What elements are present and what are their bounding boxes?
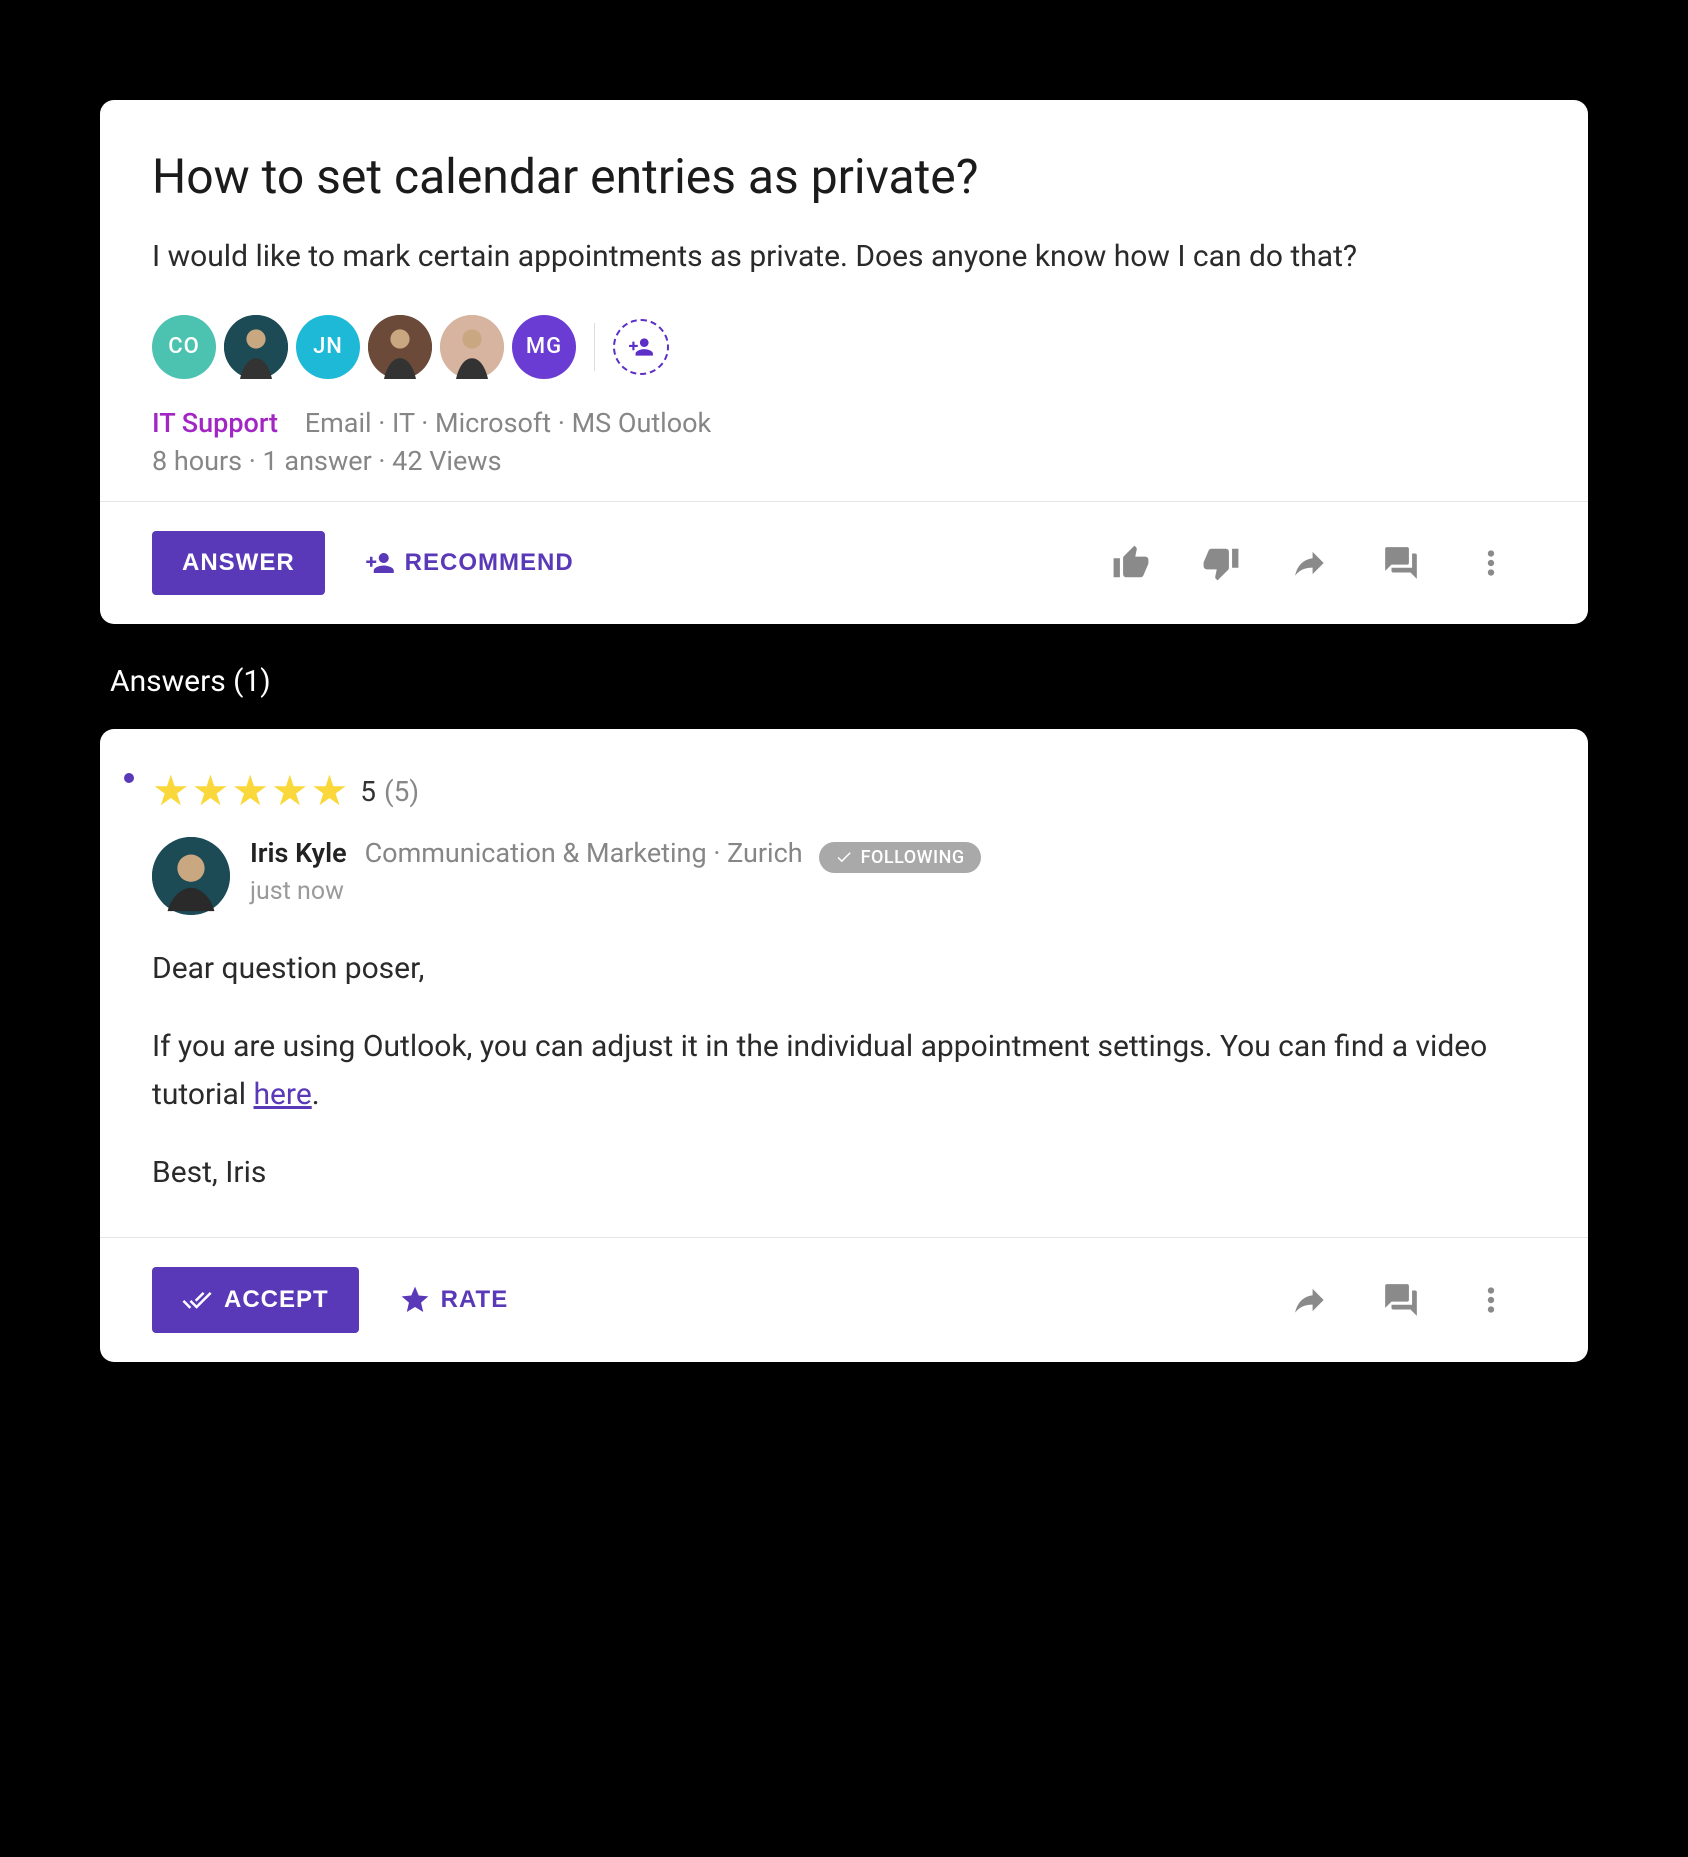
recommend-button-label: RECOMMEND [405,549,574,577]
answer-button[interactable]: ANSWER [152,531,325,595]
answer-card: ★ ★ ★ ★ ★ 5 (5) Iris Kyle Communication … [100,729,1588,1362]
following-label: FOLLOWING [861,847,965,868]
star-icon: ★ [192,771,230,813]
answer-button-label: ANSWER [182,549,295,577]
more-vert-icon [1472,1281,1510,1319]
rate-button[interactable]: RATE [379,1266,529,1334]
comment-button[interactable] [1356,544,1446,582]
rate-button-label: RATE [441,1286,509,1314]
answer-main-after: . [312,1077,320,1112]
question-action-bar: ANSWER RECOMMEND [100,501,1588,624]
rating-count: (5) [384,775,419,808]
add-participant-button[interactable] [613,319,669,375]
tutorial-link[interactable]: here [254,1077,312,1112]
answers-header: Answers (1) [100,624,1588,729]
answer-main: If you are using Outlook, you can adjust… [152,1023,1536,1119]
participant-avatar[interactable] [440,315,504,379]
question-meta-tags: IT Support Email · IT · Microsoft · MS O… [152,407,1536,439]
answer-time: just now [250,877,981,906]
answer-action-bar: ACCEPT RATE [100,1237,1588,1362]
participant-avatar[interactable] [224,315,288,379]
question-avatars: CO JN MG [152,315,1536,379]
answer-signoff: Best, Iris [152,1149,1536,1197]
share-button[interactable] [1266,1281,1356,1319]
participant-avatar[interactable]: CO [152,315,216,379]
comment-icon [1382,544,1420,582]
avatar-photo [152,837,230,915]
check-icon [835,848,853,866]
author-dept: Communication & Marketing · Zurich [365,837,803,869]
question-meta-stats: 8 hours · 1 answer · 42 Views [152,445,1536,477]
answer-greeting: Dear question poser, [152,945,1536,993]
recommend-button[interactable]: RECOMMEND [345,530,594,596]
more-button[interactable] [1446,1281,1536,1319]
more-vert-icon [1472,544,1510,582]
answer-rating: ★ ★ ★ ★ ★ 5 (5) [152,771,1536,813]
star-icon: ★ [311,771,349,813]
unread-indicator [124,773,134,783]
thumbs-up-icon [1112,544,1150,582]
answer-author-row: Iris Kyle Communication & Marketing · Zu… [152,837,1536,915]
add-person-icon [628,334,654,360]
author-name[interactable]: Iris Kyle [250,837,347,869]
share-icon [1292,1281,1330,1319]
following-badge[interactable]: FOLLOWING [819,842,981,873]
accept-icon [182,1285,212,1315]
author-avatar[interactable] [152,837,230,915]
question-title: How to set calendar entries as private? [152,148,1536,205]
thumbs-down-icon [1202,544,1240,582]
accept-button-label: ACCEPT [224,1286,329,1314]
participant-avatar[interactable]: MG [512,315,576,379]
recommend-icon [365,548,395,578]
star-icon: ★ [271,771,309,813]
answer-body: Dear question poser, If you are using Ou… [152,945,1536,1197]
accept-button[interactable]: ACCEPT [152,1267,359,1333]
rating-value: 5 [360,775,376,808]
comment-icon [1382,1281,1420,1319]
question-tags: Email · IT · Microsoft · MS Outlook [305,407,711,439]
more-button[interactable] [1446,544,1536,582]
star-icon: ★ [231,771,269,813]
answer-main-text: If you are using Outlook, you can adjust… [152,1029,1487,1112]
thumbs-up-button[interactable] [1086,544,1176,582]
participant-avatar[interactable] [368,315,432,379]
question-category[interactable]: IT Support [152,407,278,439]
star-icon: ★ [152,771,190,813]
avatar-separator [594,323,595,371]
comment-button[interactable] [1356,1281,1446,1319]
share-icon [1292,544,1330,582]
star-icon [399,1284,431,1316]
share-button[interactable] [1266,544,1356,582]
participant-avatar[interactable]: JN [296,315,360,379]
question-body: I would like to mark certain appointment… [152,235,1536,279]
thumbs-down-button[interactable] [1176,544,1266,582]
question-card: How to set calendar entries as private? … [100,100,1588,624]
